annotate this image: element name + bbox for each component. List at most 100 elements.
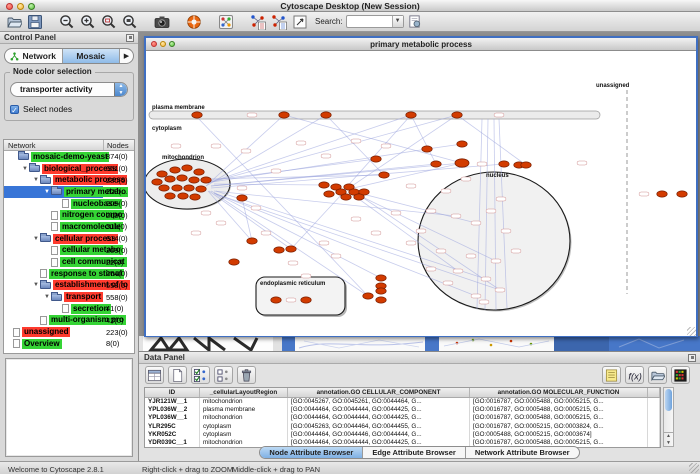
open-file-button[interactable] <box>3 13 24 31</box>
heatmap-button[interactable] <box>671 366 690 384</box>
tree-row-multi-organism-pro[interactable]: multi-organism pro42(0) <box>4 315 134 327</box>
combo-stepper-icon[interactable]: ▲▼ <box>114 83 127 96</box>
app-resize-grip[interactable] <box>689 463 699 473</box>
import-table-button[interactable] <box>648 366 667 384</box>
notes-button[interactable] <box>602 366 621 384</box>
file-icon <box>40 316 47 325</box>
node-color-combobox[interactable]: transporter activity ▲▼ <box>10 82 128 97</box>
table-row[interactable]: YKR052Ccytoplasm[GO:0044464, GO:0044446,… <box>145 430 660 438</box>
node-label-pill <box>391 211 401 215</box>
delete-attribute-button[interactable] <box>237 366 256 384</box>
formula-builder-button[interactable]: f(x) <box>625 366 644 384</box>
tree-row-unassigned[interactable]: unassigned223(0) <box>4 326 134 338</box>
zoom-in-button[interactable] <box>77 13 98 31</box>
unselect-attributes-button[interactable] <box>214 366 233 384</box>
tree-row-transport[interactable]: ▼transport558(0) <box>4 291 134 303</box>
graph-node <box>172 185 182 191</box>
expand-arrow-icon[interactable]: ▼ <box>32 177 40 183</box>
node-label-pill <box>494 113 504 117</box>
tree-row-response-to-stimul[interactable]: response to stimul264(0) <box>4 268 134 280</box>
node-label-pill <box>481 277 491 281</box>
table-row[interactable]: YPL036W__1mitochondrion[GO:0044464, GO:0… <box>145 414 660 422</box>
window-resize-grip[interactable] <box>687 327 696 336</box>
annotation-button[interactable] <box>289 13 310 31</box>
zoom-out-button[interactable] <box>56 13 77 31</box>
graph-node <box>184 185 194 191</box>
table-vertical-scrollbar[interactable]: ▲▼ <box>663 387 674 447</box>
node-label-pill <box>577 161 587 165</box>
zoom-fit-button[interactable] <box>119 13 140 31</box>
save-session-button[interactable] <box>24 13 45 31</box>
network-canvas[interactable]: plasma membranecytoplasmmitochondrionnuc… <box>146 51 696 336</box>
tree-row-establishment-of-lo[interactable]: ▼establishment of lo558(0) <box>4 280 134 292</box>
new-attribute-button[interactable] <box>168 366 187 384</box>
float-panel-icon[interactable] <box>126 34 134 42</box>
zoom-selected-button[interactable] <box>98 13 119 31</box>
tree-row-cell-communicat[interactable]: cell communicat22(0) <box>4 256 134 268</box>
tree-row-overview[interactable]: Overview8(0) <box>4 338 134 350</box>
manage-network-b-button[interactable] <box>268 13 289 31</box>
tab-mosaic[interactable]: Mosaic <box>62 49 120 63</box>
tree-row-cellular-metabo[interactable]: cellular metabo209(0) <box>4 245 134 257</box>
node-label-pill <box>237 186 247 190</box>
file-icon <box>62 304 69 313</box>
node-label-pill <box>453 269 463 273</box>
network-window-title-bar[interactable]: primary metabolic process <box>146 38 696 51</box>
tree-row-label: secretion <box>71 304 111 314</box>
expand-arrow-icon[interactable]: ▼ <box>43 189 51 195</box>
tree-row-cellular-process[interactable]: ▼cellular process614(0) <box>4 233 134 245</box>
tree-row-metabolic-process[interactable]: ▼metabolic process280(0) <box>4 174 134 186</box>
attribute-table-button[interactable] <box>145 366 164 384</box>
column-header[interactable]: annotation.GO CELLULAR_COMPONENT <box>288 388 470 397</box>
tab-edge-attribute-browser[interactable]: Edge Attribute Browser <box>362 447 464 458</box>
network-tree: Network Nodes mosaic-demo-yeast874(0)▼bi… <box>3 139 135 354</box>
table-row[interactable]: YPL036W__2plasma membrane[GO:0044464, GO… <box>145 406 660 414</box>
birds-eye-view[interactable] <box>5 358 133 457</box>
expand-arrow-icon[interactable]: ▼ <box>32 236 40 242</box>
tree-row-mosaic-demo-yeast[interactable]: mosaic-demo-yeast874(0) <box>4 151 134 163</box>
tab-overflow-arrow-icon[interactable]: ▶ <box>119 49 133 63</box>
search-input[interactable]: ▼ <box>346 15 404 28</box>
node-label-pill <box>241 149 251 153</box>
tree-row-nitrogen-compo[interactable]: nitrogen compo209(0) <box>4 209 134 221</box>
table-row[interactable]: YLR295Ccytoplasm[GO:0045263, GO:0044464,… <box>145 422 660 430</box>
background-windows[interactable] <box>139 336 700 351</box>
file-icon <box>51 246 58 255</box>
network-view-window[interactable]: primary metabolic process plasma membran… <box>144 36 698 337</box>
column-header[interactable]: annotation.GO MOLECULAR_FUNCTION <box>470 388 648 397</box>
tree-row-primary-metabo[interactable]: ▼primary metabo209(... <box>4 186 134 198</box>
float-data-panel-icon[interactable] <box>688 354 696 362</box>
expand-arrow-icon[interactable]: ▼ <box>32 282 40 288</box>
node-label-pill <box>301 274 311 278</box>
node-label-pill <box>171 144 181 148</box>
tab-node-attribute-browser[interactable]: Node Attribute Browser <box>260 447 362 458</box>
table-cell: YKR052C <box>145 430 200 438</box>
table-row[interactable]: YJR121W__1mitochondrion[GO:0045267, GO:0… <box>145 398 660 406</box>
vizmapper-button[interactable] <box>215 13 236 31</box>
tree-row-nucleobase-[interactable]: nucleobase-209(0) <box>4 198 134 210</box>
help-ring-button[interactable] <box>183 13 204 31</box>
expand-arrow-icon[interactable]: ▼ <box>21 166 29 172</box>
graph-node <box>319 182 329 188</box>
search-dropdown-arrow-icon[interactable]: ▼ <box>392 16 403 27</box>
select-nodes-checkbox[interactable]: ✓ <box>10 105 19 114</box>
node-label-pill <box>288 261 298 265</box>
node-label-pill <box>443 281 453 285</box>
tree-row-secretion[interactable]: secretion41(0) <box>4 303 134 315</box>
tree-row-macromolecule[interactable]: macromolecule311(0) <box>4 221 134 233</box>
tab-network-attribute-browser[interactable]: Network Attribute Browser <box>465 447 579 458</box>
graph-node <box>194 169 204 175</box>
search-options-button[interactable] <box>404 13 425 31</box>
column-header[interactable]: _cellularLayoutRegion <box>200 388 288 397</box>
scrollbar-thumb[interactable] <box>665 389 672 411</box>
select-attributes-button[interactable] <box>191 366 210 384</box>
manage-network-a-button[interactable] <box>247 13 268 31</box>
column-header[interactable]: ID <box>145 388 200 397</box>
tree-row-biological-process[interactable]: ▼biological_process651(0) <box>4 163 134 175</box>
tab-network[interactable]: Network <box>5 49 62 63</box>
expand-arrow-icon[interactable]: ▼ <box>43 294 51 300</box>
delete-attribute-icon <box>239 368 254 383</box>
snapshot-button[interactable] <box>151 13 172 31</box>
scrollbar-arrows[interactable]: ▲▼ <box>664 432 673 446</box>
folder-icon <box>51 294 62 301</box>
